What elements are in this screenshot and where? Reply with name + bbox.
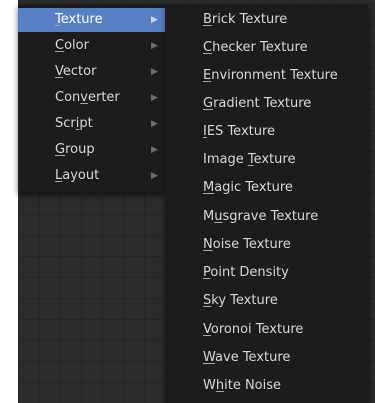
submenu-item-environment-texture[interactable]: Environment Texture — [165, 62, 368, 90]
submenu-item-label: Point Density — [203, 265, 289, 280]
submenu-item-ies-texture[interactable]: IES Texture — [165, 118, 368, 146]
submenu-item-label: Magic Texture — [203, 180, 293, 195]
submenu-item-point-density[interactable]: Point Density — [165, 259, 368, 287]
menu-item-label: Color — [55, 38, 89, 53]
menu-item-label: Converter — [55, 90, 120, 105]
submenu-item-label: Musgrave Texture — [203, 209, 319, 224]
submenu-arrow-icon: ▶ — [151, 41, 158, 51]
submenu-arrow-icon: ▶ — [151, 93, 158, 103]
menu-item-label: Layout — [55, 168, 100, 183]
node-editor-add-menu: Texture ▶ Color ▶ Vector ▶ Converter ▶ S… — [0, 0, 375, 403]
submenu-item-label: Sky Texture — [203, 293, 278, 308]
menu-item-label: Texture — [55, 12, 103, 27]
add-node-menu: Texture ▶ Color ▶ Vector ▶ Converter ▶ S… — [18, 5, 165, 193]
menu-item-color[interactable]: Color ▶ — [18, 34, 165, 58]
submenu-item-label: Checker Texture — [203, 40, 308, 55]
submenu-item-label: Voronoi Texture — [203, 322, 304, 337]
menu-item-texture[interactable]: Texture ▶ — [18, 8, 165, 32]
menu-item-label: Group — [55, 142, 95, 157]
submenu-item-image-texture[interactable]: Image Texture — [165, 146, 368, 174]
submenu-item-magic-texture[interactable]: Magic Texture — [165, 174, 368, 202]
submenu-item-gradient-texture[interactable]: Gradient Texture — [165, 90, 368, 118]
submenu-item-musgrave-texture[interactable]: Musgrave Texture — [165, 203, 368, 231]
submenu-arrow-icon: ▶ — [151, 119, 158, 129]
menu-item-script[interactable]: Script ▶ — [18, 112, 165, 136]
submenu-item-label: Brick Texture — [203, 12, 288, 27]
submenu-item-label: Noise Texture — [203, 237, 291, 252]
menu-item-layout[interactable]: Layout ▶ — [18, 164, 165, 188]
submenu-item-white-noise[interactable]: White Noise — [165, 372, 368, 400]
submenu-item-label: IES Texture — [203, 124, 276, 139]
submenu-arrow-icon: ▶ — [151, 15, 158, 25]
submenu-item-label: Environment Texture — [203, 68, 338, 83]
submenu-item-voronoi-texture[interactable]: Voronoi Texture — [165, 316, 368, 344]
submenu-item-label: Image Texture — [203, 152, 296, 167]
submenu-item-noise-texture[interactable]: Noise Texture — [165, 231, 368, 259]
submenu-item-brick-texture[interactable]: Brick Texture — [165, 6, 368, 34]
menu-item-vector[interactable]: Vector ▶ — [18, 60, 165, 84]
menu-item-group[interactable]: Group ▶ — [18, 138, 165, 162]
menu-item-label: Script — [55, 116, 93, 131]
menu-item-label: Vector — [55, 64, 97, 79]
submenu-item-label: Gradient Texture — [203, 96, 312, 111]
submenu-item-wave-texture[interactable]: Wave Texture — [165, 344, 368, 372]
submenu-arrow-icon: ▶ — [151, 171, 158, 181]
submenu-item-label: White Noise — [203, 378, 282, 393]
texture-submenu: Brick Texture Checker Texture Environmen… — [165, 5, 368, 403]
submenu-item-sky-texture[interactable]: Sky Texture — [165, 287, 368, 315]
submenu-arrow-icon: ▶ — [151, 67, 158, 77]
submenu-arrow-icon: ▶ — [151, 145, 158, 155]
submenu-item-checker-texture[interactable]: Checker Texture — [165, 34, 368, 62]
menu-item-converter[interactable]: Converter ▶ — [18, 86, 165, 110]
submenu-item-label: Wave Texture — [203, 350, 291, 365]
